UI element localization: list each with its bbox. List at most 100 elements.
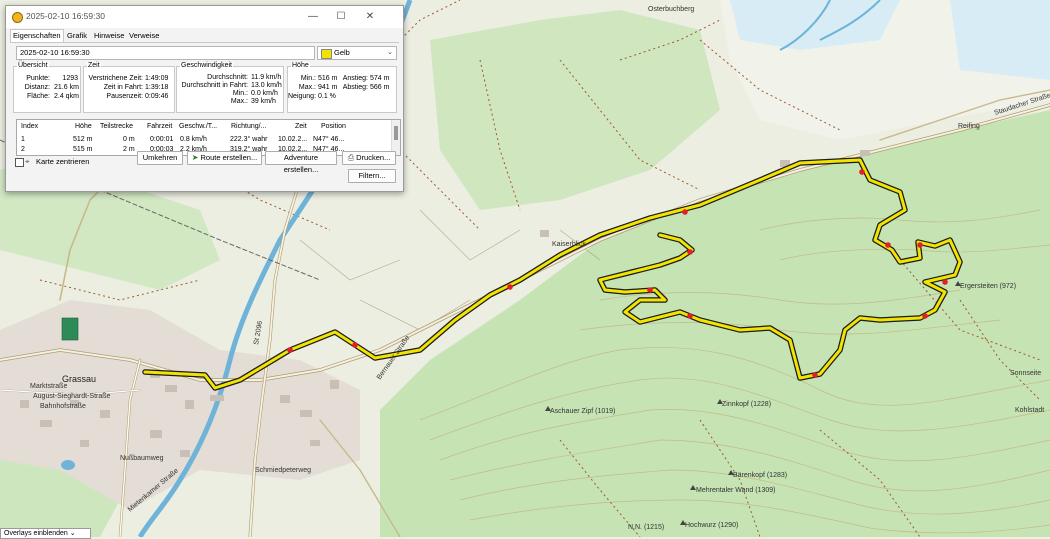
- stat-value: 0:09:46: [145, 93, 169, 100]
- stat-key: Anstieg:: [342, 75, 368, 82]
- label-baerenkopf: Bärenkopf (1283): [733, 472, 787, 479]
- label-kaiserblick: Kaiserblick: [552, 241, 586, 248]
- stat-key: Pausenzeit:: [106, 93, 143, 100]
- map-icon: ⌖: [25, 157, 30, 166]
- col-header-zeit[interactable]: Zeit: [295, 123, 307, 130]
- col-header-fahrzeit[interactable]: Fahrzeit: [147, 123, 172, 130]
- stat-key: Zeit in Fahrt:: [103, 84, 143, 91]
- tab-eigenschaften[interactable]: Eigenschaften: [10, 29, 64, 42]
- track-properties-window[interactable]: 2025-02-10 16:59:30 — ☐ ✕ Eigenschaften …: [5, 5, 404, 192]
- wetland-area-2: [950, 0, 1050, 80]
- table-scrollbar[interactable]: [391, 120, 400, 155]
- route-icon: ➤: [191, 153, 199, 162]
- table-cell: 0.8 km/h: [180, 136, 207, 143]
- label-kohlstadt: Kohlstadt: [1015, 407, 1044, 414]
- col-header-richtung[interactable]: Richtung/...: [231, 123, 266, 130]
- maximize-button[interactable]: ☐: [328, 9, 354, 25]
- stat-value: 11.9 km/h: [251, 74, 282, 81]
- label-schmiedpeterweg: Schmiedpeterweg: [255, 467, 311, 474]
- filter-button[interactable]: Filtern...: [348, 169, 396, 183]
- sports-field: [61, 317, 79, 341]
- stat-value: 39 km/h: [251, 98, 276, 105]
- stat-key: Durchschnitt in Fahrt:: [181, 82, 248, 89]
- stat-value: 516 m: [318, 75, 338, 82]
- track-name-field[interactable]: 2025-02-10 16:59:30: [16, 46, 315, 60]
- table-cell: 0 m: [123, 136, 135, 143]
- table-cell: 1: [21, 136, 25, 143]
- stat-key: Min.:: [232, 90, 248, 97]
- label-august-sieghardt: August-Sieghardt-Straße: [33, 393, 111, 400]
- chevron-down-icon: ⌄: [69, 530, 76, 537]
- stat-key: Min.:: [300, 75, 316, 82]
- label-reifing: Reifing: [958, 123, 980, 130]
- stat-value: 1:49:09: [145, 75, 169, 82]
- height-title: Höhe: [291, 62, 310, 69]
- create-route-button[interactable]: ➤ Route erstellen...: [187, 151, 262, 165]
- pond: [61, 460, 75, 470]
- window-title: 2025-02-10 16:59:30: [26, 11, 105, 21]
- minimize-button[interactable]: —: [300, 9, 326, 25]
- label-nussbaumweg: Nußbaumweg: [120, 455, 164, 462]
- print-button[interactable]: ⎙ Drucken...: [342, 151, 396, 165]
- stat-value: 574 m: [370, 75, 390, 82]
- stat-value: 0.1 %: [318, 93, 336, 100]
- label-ostenbuchberg: Osterbuchberg: [648, 6, 694, 13]
- time-title: Zeit: [87, 62, 101, 69]
- speed-title: Geschwindigkeit: [180, 62, 233, 69]
- stat-value: 1:39:18: [145, 84, 169, 91]
- window-titlebar[interactable]: 2025-02-10 16:59:30 — ☐ ✕: [6, 6, 403, 28]
- stat-key: Durchschnitt:: [207, 74, 248, 81]
- scrollbar-thumb[interactable]: [394, 126, 398, 140]
- tab-hinweise[interactable]: Hinweise: [92, 30, 126, 42]
- time-group: Zeit Verstrichene Zeit: 1:49:09 Zeit in …: [83, 62, 175, 113]
- tab-grafik[interactable]: Grafik: [65, 30, 89, 42]
- col-header-position[interactable]: Position: [321, 123, 346, 130]
- label-nn: N.N. (1215): [628, 524, 664, 531]
- center-map-checkbox[interactable]: [15, 158, 24, 167]
- stat-value: 941 m: [318, 84, 338, 91]
- stat-value: 2.4 qkm: [54, 93, 79, 100]
- printer-icon: ⎙: [347, 153, 355, 162]
- overview-group: Übersicht Punkte: 1293 Distanz: 21.6 km …: [13, 62, 81, 113]
- table-cell: 515 m: [73, 146, 93, 153]
- label-mehrentaler: Mehrentaler Wand (1309): [696, 487, 776, 494]
- stat-key: Max.:: [298, 84, 316, 91]
- app-icon: [12, 12, 23, 23]
- stat-value: 566 m: [370, 84, 390, 91]
- label-zinnkopf: Zinnkopf (1228): [722, 401, 771, 408]
- label-marktstrasse: Marktstraße: [30, 383, 67, 390]
- overview-title: Übersicht: [17, 62, 49, 69]
- stat-value: 13.0 km/h: [251, 82, 282, 89]
- table-cell: 0:00:01: [150, 136, 174, 143]
- table-cell: 2: [21, 146, 25, 153]
- color-dropdown[interactable]: Gelb ⌄: [317, 46, 397, 60]
- stat-key: Verstrichene Zeit:: [88, 75, 143, 82]
- close-button[interactable]: ✕: [357, 9, 383, 25]
- stat-key: Abstieg:: [342, 84, 368, 91]
- print-label: Drucken...: [356, 153, 391, 162]
- tab-verweise[interactable]: Verweise: [127, 30, 161, 42]
- stat-key: Fläche:: [27, 93, 50, 100]
- speed-group: Geschwindigkeit Durchschnitt: 11.9 km/h …: [176, 62, 284, 113]
- stat-value: 0.0 km/h: [251, 90, 278, 97]
- overlay-label: Overlays einblenden: [4, 530, 68, 537]
- tab-divider: [10, 42, 399, 43]
- color-label: Gelb: [334, 48, 350, 57]
- col-header-geschw[interactable]: Geschw./T...: [179, 123, 217, 130]
- overlay-dropdown[interactable]: Overlays einblenden ⌄: [0, 528, 91, 539]
- center-map-label: Karte zentrieren: [36, 157, 90, 166]
- col-header-index[interactable]: Index: [21, 123, 38, 130]
- col-header-teilstrecke[interactable]: Teilstrecke: [100, 123, 133, 130]
- label-hochwurz: Hochwurz (1290): [685, 522, 738, 529]
- label-sonnseite: Sonnseite: [1010, 370, 1041, 377]
- col-header-hoehe[interactable]: Höhe: [75, 123, 92, 130]
- label-aschauer-zipf: Aschauer Zipf (1019): [550, 408, 615, 415]
- table-cell: 222.3° wahr: [230, 136, 268, 143]
- stat-key: Neigung:: [288, 93, 317, 100]
- stat-key: Max.:: [230, 98, 248, 105]
- label-bahnhofstrasse: Bahnhofstraße: [40, 403, 86, 410]
- create-route-label: Route erstellen...: [200, 153, 258, 162]
- create-adventure-button[interactable]: Adventure erstellen...: [265, 151, 337, 174]
- stat-key: Punkte:: [26, 75, 50, 82]
- reverse-button[interactable]: Umkehren: [137, 151, 183, 165]
